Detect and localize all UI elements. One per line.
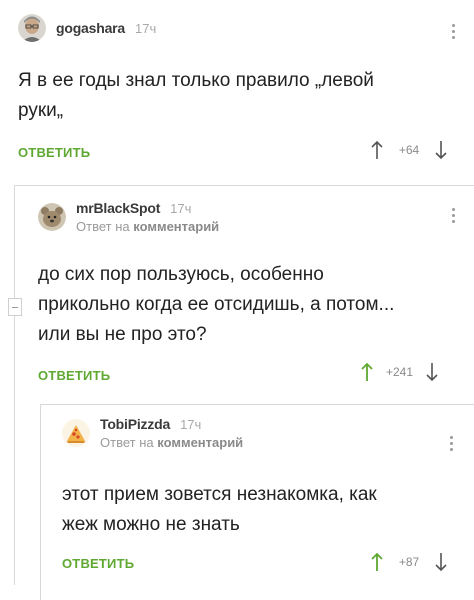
- more-vertical-icon[interactable]: [450, 24, 456, 39]
- comment-reply: TobiPizzda 17ч Ответ на комментарий этот…: [40, 396, 474, 600]
- comment-header: TobiPizzda 17ч Ответ на комментарий: [62, 416, 243, 450]
- timestamp: 17ч: [135, 21, 157, 36]
- vote-controls: +241: [360, 362, 439, 382]
- comment: gogashara 17ч Я в ее годы знал только пр…: [0, 0, 474, 178]
- avatar-image: [18, 14, 46, 42]
- comment-thread: gogashara 17ч Я в ее годы знал только пр…: [0, 0, 474, 600]
- more-vertical-icon[interactable]: [448, 436, 454, 451]
- reply-to: Ответ на комментарий: [76, 219, 219, 234]
- comment-text-line: этот прием зовется незнакомка, как: [62, 484, 377, 505]
- avatar-image: [62, 419, 90, 447]
- comment-text-line: руки„: [18, 100, 64, 121]
- comment-reply: mrBlackSpot 17ч Ответ на комментарий до …: [14, 178, 474, 396]
- arrow-down-icon[interactable]: [434, 140, 448, 160]
- name-row: TobiPizzda 17ч: [100, 416, 243, 432]
- comment-text-line: или вы не про это?: [38, 324, 207, 345]
- username[interactable]: gogashara: [56, 20, 125, 36]
- reply-button[interactable]: ОТВЕТИТЬ: [38, 368, 110, 383]
- username[interactable]: TobiPizzda: [100, 416, 170, 432]
- comment-meta: TobiPizzda 17ч Ответ на комментарий: [100, 416, 243, 450]
- avatar[interactable]: [38, 203, 66, 231]
- vote-score: +64: [398, 143, 420, 157]
- comment-header: gogashara 17ч: [18, 14, 156, 42]
- arrow-up-icon[interactable]: [370, 140, 384, 160]
- comment-text-line: прикольно когда ее отсидишь, а потом...: [38, 294, 395, 315]
- avatar[interactable]: [18, 14, 46, 42]
- username[interactable]: mrBlackSpot: [76, 200, 160, 216]
- arrow-down-icon[interactable]: [425, 362, 439, 382]
- name-row: mrBlackSpot 17ч: [76, 200, 219, 216]
- comment-meta: mrBlackSpot 17ч Ответ на комментарий: [76, 200, 219, 234]
- timestamp: 17ч: [180, 417, 202, 432]
- avatar-image: [38, 203, 66, 231]
- arrow-up-icon[interactable]: [360, 362, 374, 382]
- avatar[interactable]: [62, 419, 90, 447]
- more-vertical-icon[interactable]: [450, 208, 456, 223]
- vote-controls: +87: [370, 552, 448, 572]
- comment-text-line: жеж можно не знать: [62, 514, 240, 535]
- comment-text: этот прием зовется незнакомка, как жеж м…: [62, 480, 377, 540]
- comment-text: Я в ее годы знал только правило „левой р…: [18, 66, 374, 126]
- reply-button[interactable]: ОТВЕТИТЬ: [18, 145, 90, 160]
- arrow-up-icon[interactable]: [370, 552, 384, 572]
- reply-button[interactable]: ОТВЕТИТЬ: [62, 556, 134, 571]
- comment-text-line: до сих пор пользуюсь, особенно: [38, 264, 324, 285]
- vote-controls: +64: [370, 140, 448, 160]
- timestamp: 17ч: [170, 201, 192, 216]
- arrow-down-icon[interactable]: [434, 552, 448, 572]
- reply-to-link[interactable]: комментарий: [157, 435, 243, 450]
- reply-to-prefix: Ответ на: [100, 435, 154, 450]
- name-row: gogashara 17ч: [56, 20, 156, 36]
- vote-score: +87: [398, 555, 420, 569]
- reply-to-prefix: Ответ на: [76, 219, 130, 234]
- vote-score: +241: [386, 365, 414, 379]
- reply-to: Ответ на комментарий: [100, 435, 243, 450]
- reply-to-link[interactable]: комментарий: [133, 219, 219, 234]
- comment-text: до сих пор пользуюсь, особенно прикольно…: [38, 260, 394, 350]
- comment-meta: gogashara 17ч: [56, 20, 156, 36]
- comment-header: mrBlackSpot 17ч Ответ на комментарий: [38, 200, 219, 234]
- comment-text-line: Я в ее годы знал только правило „левой: [18, 70, 374, 91]
